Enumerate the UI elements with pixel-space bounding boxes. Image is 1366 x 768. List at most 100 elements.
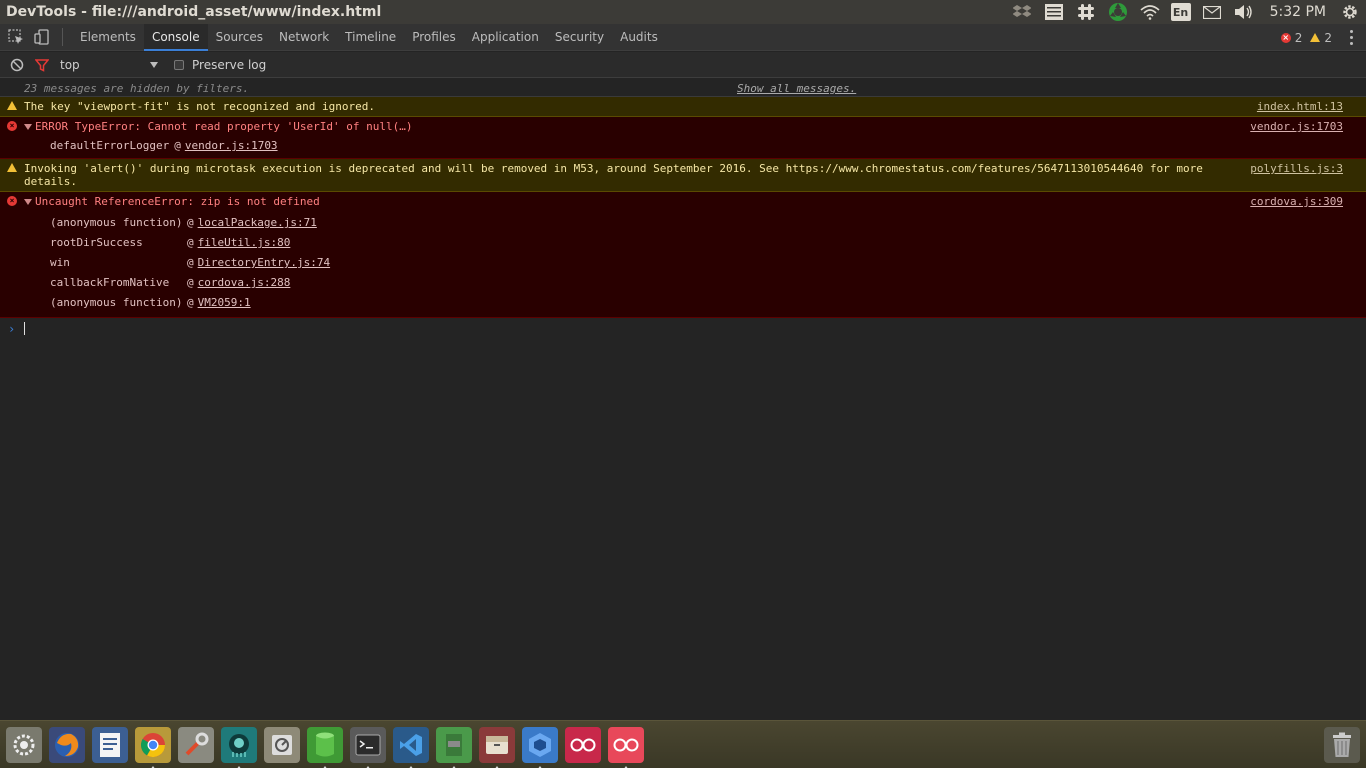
mail-icon[interactable]: [1201, 3, 1223, 21]
expand-triangle-icon[interactable]: [24, 199, 32, 205]
slack-icon[interactable]: [1075, 3, 1097, 21]
volume-icon[interactable]: [1233, 3, 1255, 21]
tab-security[interactable]: Security: [547, 24, 612, 51]
stack-frame: defaultErrorLogger @ vendor.js:1703: [50, 136, 1366, 156]
source-link[interactable]: vendor.js:1703: [1250, 120, 1343, 133]
prompt-chevron-icon: ›: [8, 322, 16, 336]
issue-counts[interactable]: × 2 2: [1280, 24, 1332, 51]
stack-at: @: [187, 216, 194, 229]
message-text: The key "viewport-fit" is not recognized…: [24, 100, 375, 113]
devtools-tab-bar: Elements Console Sources Network Timelin…: [0, 23, 1366, 51]
flickr-alt-app-icon[interactable]: [608, 726, 644, 768]
stack-at: @: [187, 296, 194, 309]
stack-frame: win @ DirectoryEntry.js:74: [50, 253, 1366, 273]
stack-function: (anonymous function): [50, 296, 183, 309]
trash-icon[interactable]: [1324, 727, 1360, 763]
text-cursor: [24, 322, 25, 335]
android-studio-app-icon[interactable]: [436, 726, 472, 768]
error-icon: ×: [7, 121, 17, 131]
source-link[interactable]: index.html:13: [1257, 100, 1343, 113]
keyboard-lang-icon[interactable]: En: [1170, 3, 1191, 21]
preserve-log-label: Preserve log: [192, 57, 267, 72]
message-text[interactable]: Uncaught ReferenceError: zip is not defi…: [0, 192, 1366, 211]
console-warning-row: Invoking 'alert()' during microtask exec…: [0, 159, 1366, 192]
stack-link[interactable]: vendor.js:1703: [185, 136, 278, 156]
device-toolbar-icon[interactable]: [32, 27, 52, 47]
context-select[interactable]: top: [60, 58, 150, 72]
green-cylinder-app-icon[interactable]: [307, 726, 343, 768]
toolbar-divider: [62, 28, 63, 46]
stack-frame: (anonymous function) @ localPackage.js:7…: [50, 213, 1366, 233]
text-editor-app-icon[interactable]: [92, 726, 128, 763]
tab-audits[interactable]: Audits: [612, 24, 666, 51]
tab-sources[interactable]: Sources: [208, 24, 271, 51]
stack-at: @: [174, 139, 181, 152]
console-prompt[interactable]: ›: [0, 318, 1366, 338]
show-all-messages-link[interactable]: Show all messages.: [737, 82, 856, 95]
warning-icon: [1310, 33, 1321, 42]
clock[interactable]: 5:32 PM: [1270, 4, 1326, 20]
stack-link[interactable]: cordova.js:288: [198, 273, 291, 293]
message-text[interactable]: ERROR TypeError: Cannot read property 'U…: [0, 117, 1366, 136]
flickr-app-icon[interactable]: [565, 726, 601, 763]
stack-link[interactable]: DirectoryEntry.js:74: [198, 253, 330, 273]
stack-at: @: [187, 236, 194, 249]
launcher-dock: [0, 720, 1366, 768]
stack-function: defaultErrorLogger: [50, 139, 170, 152]
list-icon[interactable]: [1043, 3, 1065, 21]
tab-network[interactable]: Network: [271, 24, 337, 51]
stack-frame: callbackFromNative @ cordova.js:288: [50, 273, 1366, 293]
message-text: Invoking 'alert()' during microtask exec…: [24, 162, 1210, 188]
clear-console-icon[interactable]: [9, 57, 25, 73]
source-link[interactable]: cordova.js:309: [1250, 195, 1343, 208]
hidden-messages-bar: 23 messages are hidden by filters. Show …: [0, 79, 1366, 97]
preserve-log-checkbox[interactable]: [174, 59, 184, 70]
disk-usage-app-icon[interactable]: [264, 726, 300, 763]
console-output[interactable]: 23 messages are hidden by filters. Show …: [0, 79, 1366, 720]
dropbox-icon[interactable]: [1011, 3, 1033, 21]
stack-link[interactable]: fileUtil.js:80: [198, 233, 291, 253]
stack-function: win: [50, 256, 70, 269]
recycle-icon[interactable]: [1107, 3, 1129, 21]
stack-trace: defaultErrorLogger @ vendor.js:1703: [0, 136, 1366, 158]
tab-console[interactable]: Console: [143, 23, 208, 51]
console-filter-bar: top Preserve log: [0, 52, 1366, 78]
stack-function: (anonymous function): [50, 216, 183, 229]
blue-app-icon[interactable]: [522, 726, 558, 768]
console-error-row: × Uncaught ReferenceError: zip is not de…: [0, 192, 1366, 318]
hidden-messages-text: 23 messages are hidden by filters.: [24, 82, 250, 95]
tab-elements[interactable]: Elements: [72, 24, 144, 51]
gear-icon[interactable]: [1339, 3, 1361, 21]
system-tools-app-icon[interactable]: [178, 726, 214, 763]
inspect-element-icon[interactable]: [6, 27, 26, 47]
filter-icon[interactable]: [34, 57, 50, 73]
stack-function: callbackFromNative: [50, 276, 170, 289]
settings-app-icon[interactable]: [6, 726, 42, 763]
expand-triangle-icon[interactable]: [24, 124, 32, 130]
stack-link[interactable]: VM2059:1: [198, 293, 251, 313]
error-icon: ×: [7, 196, 17, 206]
warning-count: 2: [1324, 30, 1332, 45]
wifi-icon[interactable]: [1139, 3, 1161, 21]
archive-app-icon[interactable]: [479, 726, 515, 768]
stack-at: @: [187, 256, 194, 269]
gitkraken-app-icon[interactable]: [221, 726, 257, 768]
chevron-down-icon[interactable]: [150, 61, 158, 68]
window-title: DevTools - file:///android_asset/www/ind…: [6, 4, 382, 20]
stack-function: rootDirSuccess: [50, 236, 143, 249]
stack-link[interactable]: localPackage.js:71: [198, 213, 317, 233]
tab-application[interactable]: Application: [464, 24, 547, 51]
vscode-app-icon[interactable]: [393, 726, 429, 768]
console-error-row: × ERROR TypeError: Cannot read property …: [0, 117, 1366, 159]
more-options-icon[interactable]: [1346, 28, 1356, 46]
chrome-app-icon[interactable]: [135, 726, 171, 768]
warning-icon: [7, 101, 17, 110]
tab-timeline[interactable]: Timeline: [337, 24, 404, 51]
error-count: 2: [1294, 30, 1303, 45]
source-link[interactable]: polyfills.js:3: [1250, 162, 1343, 175]
firefox-app-icon[interactable]: [49, 726, 85, 763]
warning-icon: [7, 163, 17, 172]
terminal-app-icon[interactable]: [350, 726, 386, 768]
stack-at: @: [187, 276, 194, 289]
tab-profiles[interactable]: Profiles: [404, 24, 464, 51]
